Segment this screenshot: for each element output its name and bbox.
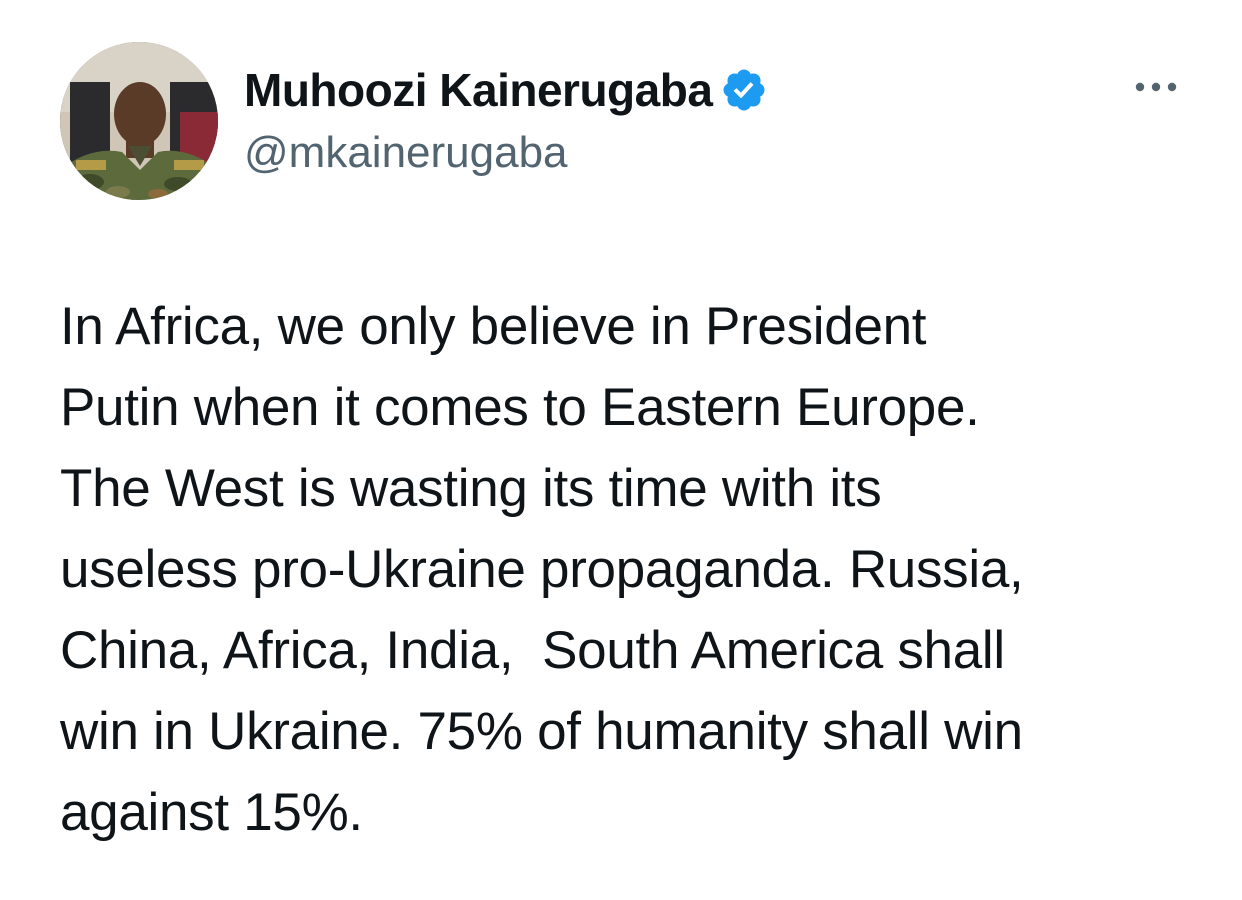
- author-display-name[interactable]: Muhoozi Kainerugaba: [244, 63, 713, 117]
- author-name-row: Muhoozi Kainerugaba: [244, 62, 768, 118]
- verified-badge-icon[interactable]: [720, 66, 768, 114]
- more-options-icon: [1135, 82, 1177, 92]
- more-options-button[interactable]: [1126, 72, 1186, 102]
- author-handle[interactable]: @mkainerugaba: [244, 128, 568, 178]
- tweet-text: In Africa, we only believe in President …: [60, 297, 1024, 842]
- avatar[interactable]: [60, 42, 218, 200]
- avatar-image: [60, 42, 218, 200]
- tweet: Muhoozi Kainerugaba @mkainerugaba In Afr…: [0, 0, 1242, 900]
